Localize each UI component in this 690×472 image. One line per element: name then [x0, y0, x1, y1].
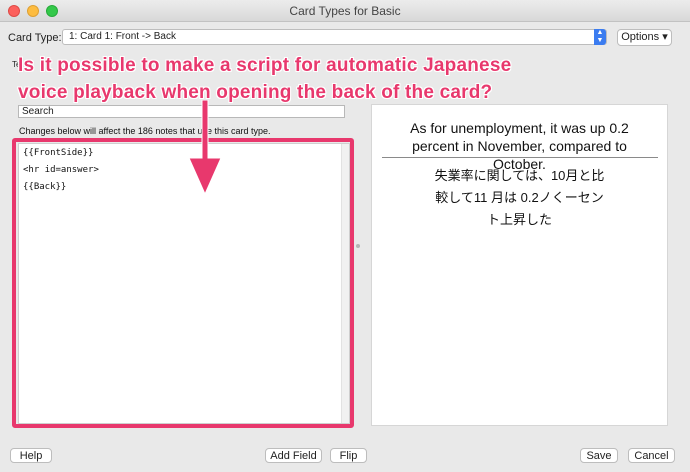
add-field-button[interactable]: Add Field — [265, 448, 322, 463]
annotation-line-1: Is it possible to make a script for auto… — [18, 55, 512, 76]
search-input[interactable]: Search — [18, 105, 345, 118]
cancel-button[interactable]: Cancel — [628, 448, 675, 463]
highlight-frame — [12, 138, 354, 428]
card-type-select[interactable]: 1: Card 1: Front -> Back ▲ ▼ — [62, 29, 607, 45]
annotation-line-2: voice playback when opening the back of … — [18, 82, 493, 103]
help-button[interactable]: Help — [10, 448, 52, 463]
select-arrows-icon: ▲ ▼ — [594, 29, 606, 45]
preview-back-text: 失業率に関しては、10月と比較して11 月は 0.2ノくーセント上昇した — [434, 168, 605, 227]
arrow-down-icon — [188, 100, 222, 195]
title-bar: Card Types for Basic — [0, 0, 690, 22]
card-type-value: 1: Card 1: Front -> Back — [69, 31, 176, 42]
flip-button[interactable]: Flip — [330, 448, 367, 463]
preview-divider — [382, 157, 658, 158]
preview-pane: As for unemployment, it was up 0.2 perce… — [371, 104, 668, 426]
splitter-handle[interactable] — [356, 244, 360, 248]
save-button[interactable]: Save — [580, 448, 618, 463]
change-notice: Changes below will affect the 186 notes … — [19, 126, 271, 136]
card-type-label: Card Type: — [8, 32, 62, 44]
window-title: Card Types for Basic — [289, 4, 401, 18]
options-button[interactable]: Options ▾ — [617, 29, 672, 46]
